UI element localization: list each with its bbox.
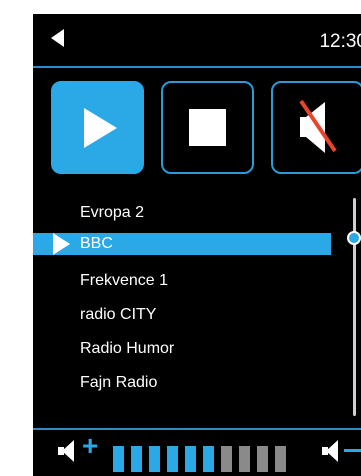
- station-label: Frekvence 1: [80, 272, 169, 289]
- volume-down-button[interactable]: [344, 449, 361, 452]
- station-item[interactable]: Fajn Radio: [33, 366, 333, 400]
- volume-bar: +: [33, 428, 361, 476]
- station-label: Radio Humor: [80, 340, 175, 357]
- station-label: Fajn Radio: [80, 374, 158, 391]
- back-icon[interactable]: [51, 29, 64, 47]
- selected-indicator-icon: [53, 233, 70, 255]
- volume-segment[interactable]: [203, 446, 214, 472]
- station-list: Evropa 2 BBC Frekvence 1 radio CITY Radi…: [33, 196, 333, 400]
- station-item[interactable]: Frekvence 1: [33, 264, 333, 298]
- header-divider: [33, 66, 361, 68]
- play-icon: [84, 108, 117, 148]
- station-label: Evropa 2: [80, 204, 145, 221]
- volume-up-icon[interactable]: [58, 440, 78, 462]
- station-label: BBC: [80, 235, 113, 252]
- volume-segment[interactable]: [131, 446, 142, 472]
- stop-button[interactable]: [161, 81, 254, 174]
- mute-icon: [299, 99, 337, 153]
- volume-segment[interactable]: [221, 446, 232, 472]
- stop-icon: [189, 109, 226, 146]
- station-item-selected[interactable]: BBC: [33, 233, 331, 255]
- volume-down-icon[interactable]: [322, 440, 342, 462]
- station-label: radio CITY: [80, 306, 157, 323]
- volume-segment[interactable]: [149, 446, 160, 472]
- mute-button[interactable]: [271, 81, 361, 174]
- play-button[interactable]: [51, 81, 144, 174]
- volume-segment[interactable]: [185, 446, 196, 472]
- volume-segment[interactable]: [275, 446, 286, 472]
- station-item[interactable]: radio CITY: [33, 298, 333, 332]
- list-scrollbar-thumb[interactable]: [347, 231, 361, 245]
- volume-segment[interactable]: [167, 446, 178, 472]
- clock: 12:30: [319, 31, 361, 52]
- header: 12:30: [33, 14, 361, 66]
- volume-segment[interactable]: [239, 446, 250, 472]
- volume-segment[interactable]: [257, 446, 268, 472]
- volume-segment[interactable]: [113, 446, 124, 472]
- station-item[interactable]: Evropa 2: [33, 196, 333, 230]
- station-item[interactable]: Radio Humor: [33, 332, 333, 366]
- volume-up-button[interactable]: +: [82, 432, 98, 460]
- radio-app-screen: 12:30 Evropa 2 BBC Frekvence 1 radio CIT…: [33, 14, 361, 476]
